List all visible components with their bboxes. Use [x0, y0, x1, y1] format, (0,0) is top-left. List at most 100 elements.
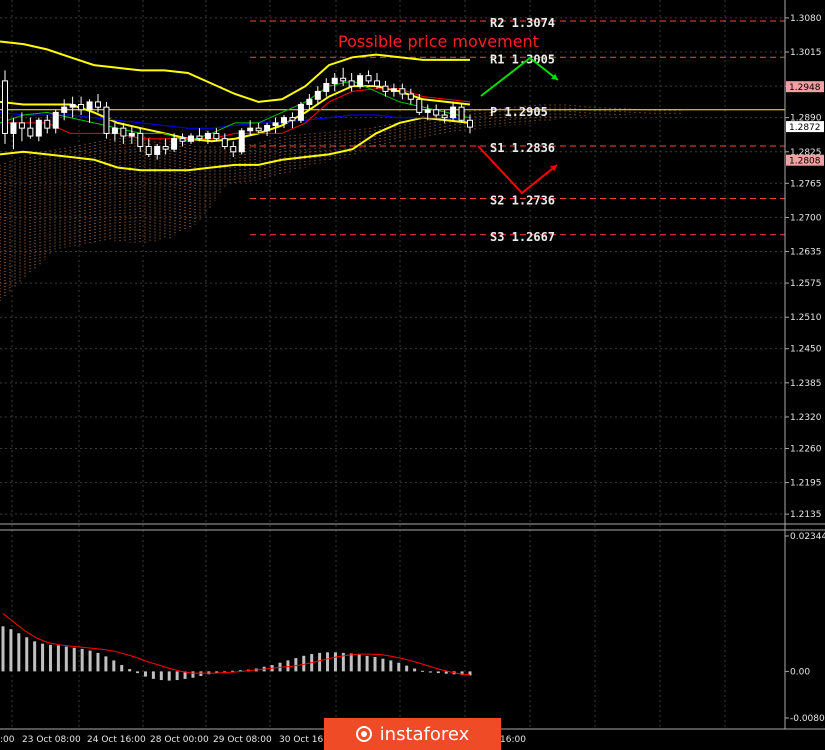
x-tick-label: 23 Oct 08:00 — [22, 735, 81, 745]
candle-body — [281, 117, 287, 124]
macd-bar — [136, 671, 140, 674]
level-label-r2: R2 1.3074 — [490, 16, 555, 30]
y-tick-label: 1.2195 — [790, 479, 822, 489]
candle-body — [145, 146, 152, 155]
macd-bar — [17, 633, 21, 672]
candle-body — [111, 127, 118, 134]
candle-body — [348, 80, 355, 87]
y-tick-label: 1.2450 — [790, 345, 822, 355]
candle-body — [297, 104, 304, 121]
candle-body — [179, 138, 186, 142]
y-tick-label: 1.2510 — [790, 313, 822, 323]
candle-body — [95, 101, 101, 108]
candle-body — [221, 138, 228, 148]
candle-body — [238, 130, 245, 153]
macd-bar — [88, 650, 92, 672]
candle-body — [230, 146, 237, 153]
candle-body — [69, 104, 76, 108]
candle-body — [27, 127, 34, 137]
x-tick-label: 29 Oct 08:00 — [213, 735, 272, 745]
logo-text: instaforex — [379, 723, 470, 745]
candle-body — [365, 75, 372, 82]
price-badge-label: 1.2872 — [789, 123, 821, 133]
macd-bar — [428, 671, 432, 673]
candle-body — [390, 88, 397, 92]
candle-body — [103, 106, 110, 134]
macd-bar — [413, 668, 417, 672]
candle-body — [433, 109, 440, 116]
candle-body — [196, 135, 203, 140]
macd-bar — [1, 626, 5, 672]
candle-body — [289, 117, 296, 121]
macd-bar — [373, 656, 377, 672]
macd-bar — [120, 665, 124, 672]
macd-bar — [302, 655, 306, 672]
instaforex-logo: instaforex — [324, 718, 501, 750]
level-label-s1: S1 1.2836 — [490, 141, 555, 155]
candle-body — [306, 98, 313, 106]
macd-bar — [72, 647, 76, 672]
macd-bar — [318, 652, 322, 672]
candle-body — [2, 80, 8, 134]
candle-body — [441, 114, 448, 119]
macd-bar — [151, 671, 155, 679]
candle-body — [61, 106, 68, 113]
y-tick-label: 1.2635 — [790, 248, 822, 258]
macd-bar — [397, 662, 401, 672]
price-chart: R2 1.3074R1 1.3005P 1.2905S1 1.2836S2 1.… — [0, 0, 825, 750]
y-tick-label: 1.2135 — [790, 510, 822, 520]
candle-body — [35, 119, 42, 137]
macd-bar — [365, 655, 369, 672]
candle-body — [120, 127, 127, 137]
y-tick-label: 1.3015 — [790, 48, 822, 58]
price-badge-label: 1.2808 — [789, 157, 821, 167]
candle-body — [204, 132, 211, 140]
macd-bar — [25, 637, 29, 672]
macd-bar — [128, 669, 132, 672]
candle-body — [44, 119, 51, 129]
macd-bar — [294, 658, 298, 672]
candle-body — [357, 75, 364, 87]
macd-bar — [326, 652, 330, 672]
candle-body — [416, 98, 423, 113]
level-label-s2: S2 1.2736 — [490, 194, 555, 208]
macd-bar — [159, 671, 163, 681]
candle-body — [399, 88, 406, 95]
y-tick-label: 1.2320 — [790, 413, 822, 423]
macd-y-tick-label: -0.00807 — [790, 714, 825, 724]
candle-body — [255, 127, 262, 132]
macd-bar — [175, 671, 179, 681]
macd-y-tick-label: 0.00 — [790, 667, 810, 677]
candle-body — [78, 104, 85, 111]
macd-bar — [389, 660, 393, 672]
macd-bar — [96, 652, 100, 672]
candle-body — [382, 85, 389, 92]
candle-body — [18, 122, 25, 129]
chart-title: Possible price movement — [338, 32, 539, 51]
candle-body — [323, 83, 330, 92]
y-tick-label: 1.2765 — [790, 179, 822, 189]
x-tick-label: 24 Oct 16:00 — [87, 735, 146, 745]
price-badge-label: 1.2948 — [789, 83, 821, 93]
macd-bar — [143, 671, 147, 677]
chart-background — [0, 0, 825, 750]
macd-y-tick-label: 0.02344 — [790, 532, 825, 542]
macd-bar — [381, 658, 385, 672]
candle-body — [213, 132, 220, 140]
y-tick-label: 1.2575 — [790, 279, 822, 289]
candle-body — [340, 77, 347, 82]
level-label-p: P 1.2905 — [490, 105, 548, 119]
candle-body — [407, 93, 414, 100]
y-tick-label: 1.2385 — [790, 379, 822, 389]
macd-bar — [357, 654, 361, 672]
candle-body — [374, 80, 380, 87]
macd-bar — [9, 629, 13, 672]
candle-body — [137, 132, 144, 148]
logo-icon — [355, 726, 372, 742]
macd-bar — [112, 660, 116, 672]
x-tick-label: 28 Oct 00:00 — [150, 735, 209, 745]
candle-body — [162, 146, 169, 150]
candle-body — [272, 122, 279, 127]
macd-bar — [436, 671, 440, 674]
candle-body — [264, 125, 271, 132]
